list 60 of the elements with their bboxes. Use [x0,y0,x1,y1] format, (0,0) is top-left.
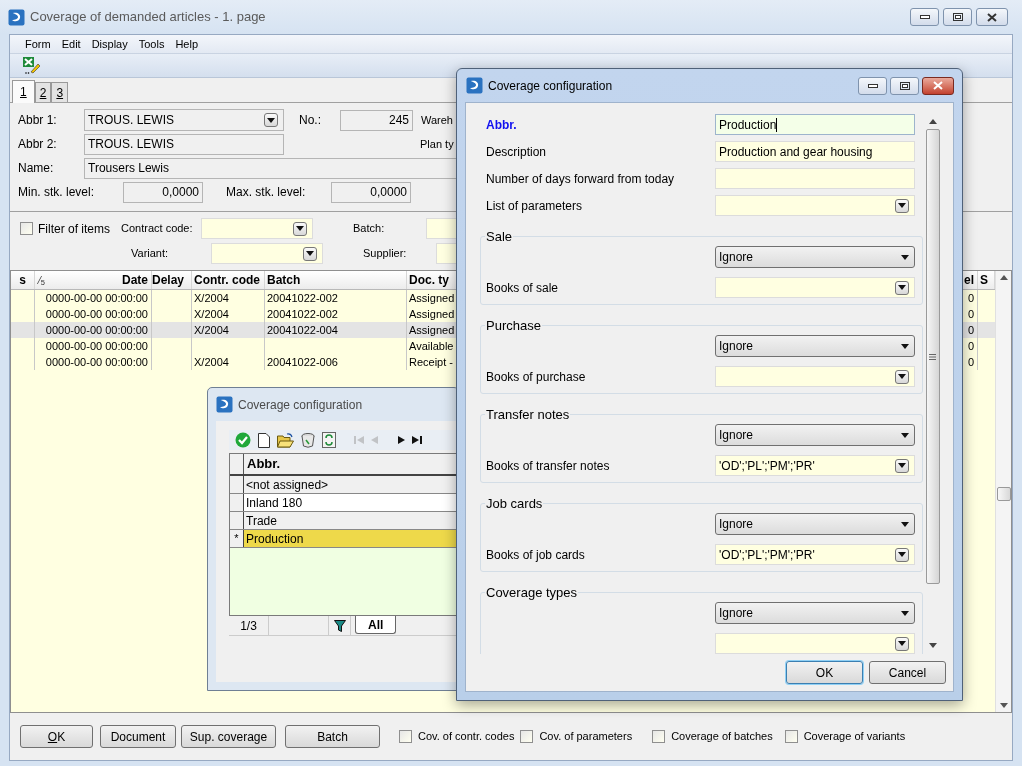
field-label: Supplier: [363,246,408,262]
group-title: Transfer notes [485,407,571,422]
table-cell-text: 20041022-002 [267,306,338,322]
table-cell-text: Assigned [409,306,455,322]
table-cell-text: 20041022-006 [267,354,338,370]
table-cell-text: X/2004 [194,290,229,306]
window-title: Coverage of demanded articles - 1. page [30,8,266,27]
field-label: Books of purchase [485,368,587,386]
table-cell-text: X/2004 [194,322,229,338]
table-cell-text: 0 [967,354,974,370]
list-cell-text: Production [245,530,304,548]
table-cell-text: 0 [967,338,974,354]
field-label: Abbr. [485,116,518,134]
field-label: Max. stk. level: [226,184,307,201]
field-label: Min. stk. level: [18,184,96,201]
table-cell-text: Assigned [409,290,455,306]
list-cell-text: Trade [245,512,277,530]
table-cell-text: 0 [967,322,974,338]
record-count: 1/3 [229,616,269,635]
record-marker: * [234,531,239,547]
checkbox-label: Filter of items [38,220,111,238]
list-cell-text: <not assigned> [245,476,329,494]
field-label: Abbr 2: [18,136,58,153]
field-label: Books of job cards [485,546,586,564]
field-label: Books of transfer notes [485,457,611,475]
group-title: Purchase [485,318,542,333]
field-label: List of parameters [485,197,584,215]
field-label: Wareh [421,112,453,128]
table-cell-text: 0000-00-00 00:00:00 [45,306,148,322]
table-cell-text: 20041022-004 [267,322,338,338]
table-cell-text: 0000-00-00 00:00:00 [45,322,148,338]
group-title: Coverage types [485,585,579,600]
table-cell-text: Assigned [409,322,455,338]
table-cell-text: X/2004 [194,306,229,322]
field-label: Abbr 1: [18,112,58,129]
group-title: Sale [485,229,514,244]
table-cell-text: 0000-00-00 00:00:00 [45,338,148,354]
table-cell-text: Available [409,338,454,354]
table-cell-text: 20041022-002 [267,290,338,306]
table-cell-text: 0 [967,306,974,322]
field-label: Books of sale [485,279,560,297]
field-label: Batch: [353,221,386,237]
table-cell-text: 0000-00-00 00:00:00 [45,354,148,370]
window-title: Coverage configuration [238,396,363,414]
checkbox-label: Cov. of parameters [539,729,633,745]
field-label: Plan ty [420,136,454,152]
field-label: Variant: [131,246,170,262]
checkbox-label: Coverage of variants [803,729,906,745]
table-cell-text: X/2004 [194,354,229,370]
list-cell-text: Inland 180 [245,494,303,512]
checkbox-label: Coverage of batches [671,729,773,745]
window-title: Coverage configuration [488,77,613,95]
field-label: Name: [18,160,55,177]
group-title: Job cards [485,496,544,511]
table-cell-text: 0000-00-00 00:00:00 [45,290,148,306]
table-cell-text: 0 [967,290,974,306]
field-label: No.: [299,112,322,129]
checkbox-label: Cov. of contr. codes [418,729,515,745]
table-cell-text: Receipt - [409,354,454,370]
field-label: Contract code: [121,221,194,237]
